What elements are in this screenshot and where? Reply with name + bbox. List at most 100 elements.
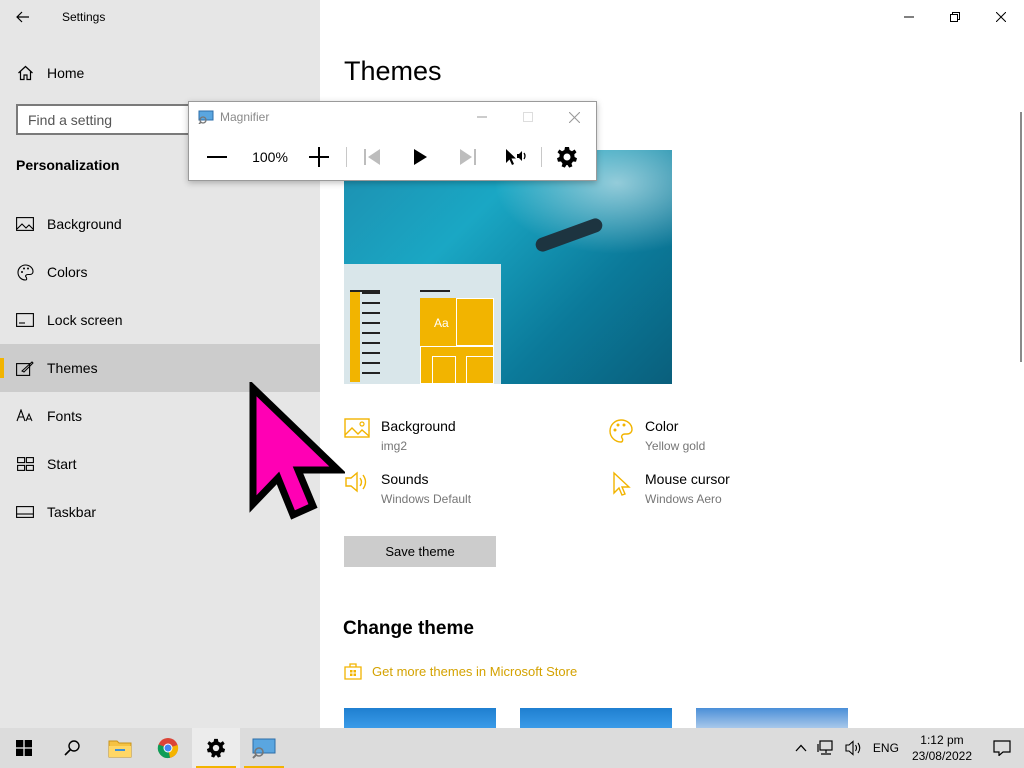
taskbar-icon	[16, 503, 34, 521]
zoom-out-button[interactable]	[205, 137, 229, 177]
search-placeholder: Find a setting	[28, 111, 113, 128]
change-theme-heading: Change theme	[343, 618, 474, 639]
nav-item-background[interactable]: Background	[0, 200, 320, 248]
property-value: Windows Default	[381, 492, 472, 506]
chrome-button[interactable]	[144, 728, 192, 768]
minimize-icon	[477, 116, 487, 118]
back-button[interactable]	[0, 0, 46, 34]
magnifier-title: Magnifier	[220, 110, 270, 124]
image-icon	[16, 215, 34, 233]
property-value: img2	[381, 439, 408, 453]
palette-icon	[16, 263, 34, 281]
system-tray: ENG 1:12 pm 23/08/2022	[790, 728, 1024, 768]
nav-item-label: Fonts	[47, 408, 83, 424]
volume-icon	[845, 740, 861, 756]
action-center-button[interactable]	[980, 728, 1024, 768]
next-button[interactable]	[457, 137, 479, 177]
start-icon	[16, 455, 34, 473]
gear-icon	[557, 147, 577, 168]
notification-icon	[993, 740, 1011, 756]
nav-item-lock-screen[interactable]: Lock screen	[0, 296, 320, 344]
palette-icon	[608, 418, 634, 444]
section-heading: Personalization	[16, 157, 120, 173]
nav-home[interactable]: Home	[0, 56, 320, 90]
start-button[interactable]	[0, 728, 48, 768]
magnifier-title-bar[interactable]: Magnifier	[189, 102, 596, 132]
close-icon	[568, 111, 580, 123]
play-button[interactable]	[409, 137, 431, 177]
sounds-property[interactable]: Sounds Windows Default	[344, 471, 471, 506]
magnifier-close-button[interactable]	[551, 102, 597, 132]
settings-taskbar-button[interactable]	[192, 728, 240, 768]
home-icon	[16, 64, 34, 82]
magnifier-maximize-button[interactable]	[505, 102, 551, 132]
preview-tile-text: Aa	[434, 316, 449, 330]
toolbar-separator	[541, 147, 542, 167]
windows-logo-icon	[16, 740, 32, 756]
color-property[interactable]: Color Yellow gold	[608, 418, 705, 453]
language-indicator[interactable]: ENG	[868, 728, 904, 768]
maximize-icon	[523, 112, 533, 122]
nav-item-label: Themes	[47, 360, 98, 376]
title-bar: Settings	[0, 0, 320, 34]
property-name: Mouse cursor	[645, 471, 730, 487]
store-link-label: Get more themes in Microsoft Store	[372, 663, 578, 679]
network-icon	[817, 740, 833, 755]
app-title: Settings	[62, 10, 106, 24]
theme-thumbnail[interactable]	[520, 708, 672, 728]
brush-icon	[16, 359, 34, 377]
skip-previous-icon	[364, 149, 380, 165]
preview-tiles: Aa	[420, 298, 494, 384]
gear-icon	[206, 738, 226, 758]
search-icon	[64, 740, 80, 756]
property-value: Windows Aero	[645, 492, 722, 506]
preview-tile	[432, 356, 456, 384]
nav-item-label: Colors	[47, 264, 88, 280]
lock-screen-icon	[16, 311, 34, 329]
nav-item-colors[interactable]: Colors	[0, 248, 320, 296]
save-theme-button[interactable]: Save theme	[344, 536, 496, 567]
magnifier-settings-button[interactable]	[555, 137, 579, 177]
play-icon	[414, 149, 427, 165]
read-aloud-cursor-icon	[506, 149, 526, 165]
plus-icon	[309, 147, 329, 167]
clock-time: 1:12 pm	[920, 733, 964, 747]
skip-next-icon	[460, 149, 476, 165]
property-name: Sounds	[381, 471, 429, 487]
preview-accent-strip	[350, 292, 360, 382]
property-value: Yellow gold	[645, 439, 706, 453]
magnifier-minimize-button[interactable]	[459, 102, 505, 132]
preview-tile	[456, 298, 494, 346]
scrollbar[interactable]	[1020, 112, 1022, 362]
previous-button[interactable]	[361, 137, 383, 177]
theme-thumbnails	[344, 708, 872, 728]
magnifier-taskbar-button[interactable]	[240, 728, 288, 768]
preview-line	[420, 290, 450, 292]
preview-tile	[466, 356, 494, 384]
file-explorer-button[interactable]	[96, 728, 144, 768]
volume-button[interactable]	[840, 728, 868, 768]
theme-thumbnail[interactable]	[344, 708, 496, 728]
store-link[interactable]: Get more themes in Microsoft Store	[344, 662, 577, 680]
nav-item-label: Lock screen	[47, 312, 123, 328]
zoom-level: 100%	[252, 149, 288, 165]
background-property[interactable]: Background img2	[344, 418, 456, 453]
show-hidden-icons-button[interactable]	[790, 728, 812, 768]
store-bag-icon	[344, 663, 362, 680]
nav-item-label: Background	[47, 216, 122, 232]
taskbar-search-button[interactable]	[48, 728, 96, 768]
clock[interactable]: 1:12 pm 23/08/2022	[904, 728, 980, 768]
theme-thumbnail[interactable]	[696, 708, 848, 728]
pink-pointer-icon	[249, 382, 345, 520]
read-from-here-button[interactable]	[503, 137, 529, 177]
magnifier-window: Magnifier 100%	[188, 101, 597, 181]
preview-start-panel: Aa	[344, 264, 501, 384]
network-button[interactable]	[812, 728, 840, 768]
nav-home-label: Home	[47, 65, 85, 81]
property-name: Color	[645, 418, 679, 434]
chrome-icon	[157, 738, 179, 759]
preview-menu-lines	[362, 292, 380, 382]
zoom-in-button[interactable]	[307, 137, 331, 177]
mouse-cursor-property[interactable]: Mouse cursor Windows Aero	[608, 471, 730, 506]
minus-icon	[207, 156, 227, 158]
